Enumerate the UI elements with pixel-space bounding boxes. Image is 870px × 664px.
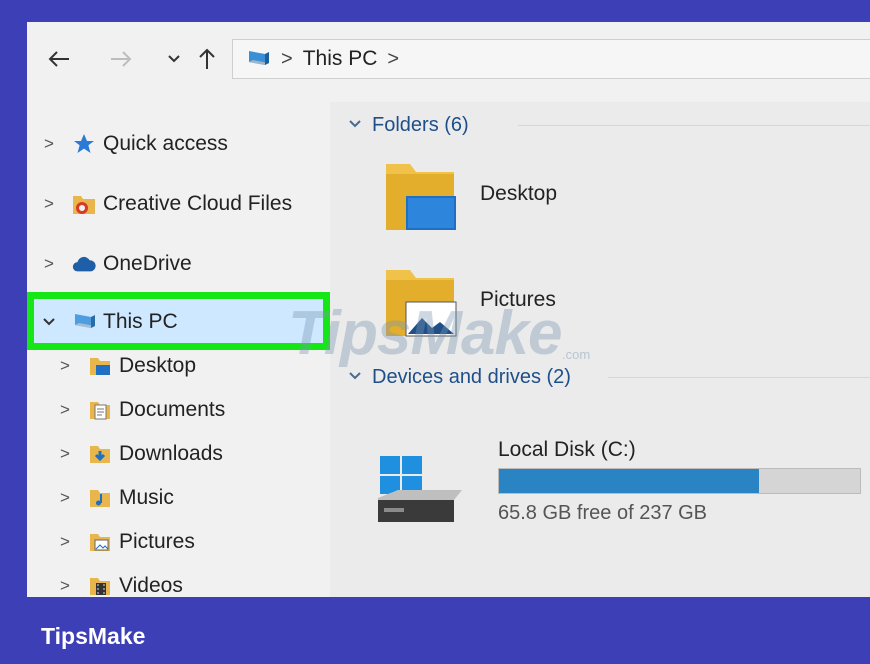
chevron-right-icon[interactable]: > bbox=[55, 356, 75, 376]
cloud-icon bbox=[71, 252, 97, 276]
chevron-right-icon[interactable]: > bbox=[55, 488, 75, 508]
chevron-right-icon[interactable]: > bbox=[55, 444, 75, 464]
chevron-right-icon[interactable]: > bbox=[39, 194, 59, 214]
sidebar-item-label: Creative Cloud Files bbox=[103, 192, 293, 215]
drive-tile-local-disk[interactable]: Local Disk (C:) 65.8 GB free of 237 GB bbox=[370, 432, 870, 532]
downloads-folder-icon bbox=[87, 442, 113, 466]
sidebar-item-downloads[interactable]: > Downloads bbox=[27, 434, 223, 474]
folders-group-header[interactable]: Folders (6) bbox=[348, 110, 870, 140]
arrow-left-icon bbox=[47, 49, 71, 69]
sidebar-item-desktop[interactable]: > Desktop bbox=[27, 346, 196, 386]
sidebar-item-label: This PC bbox=[103, 310, 178, 333]
forward-button[interactable] bbox=[107, 44, 135, 74]
sidebar-item-label: Pictures bbox=[119, 530, 195, 553]
breadcrumb-expand[interactable]: > bbox=[387, 48, 399, 71]
up-button[interactable] bbox=[193, 44, 221, 74]
videos-folder-icon bbox=[87, 574, 113, 597]
drive-usage-bar bbox=[498, 468, 861, 494]
desktop-folder-icon bbox=[382, 160, 460, 237]
drive-name: Local Disk (C:) bbox=[498, 438, 636, 461]
folder-label: Desktop bbox=[480, 182, 558, 205]
sidebar-item-onedrive[interactable]: > OneDrive bbox=[27, 244, 192, 284]
folders-header-label: Folders (6) bbox=[372, 113, 469, 136]
breadcrumb-this-pc[interactable]: This PC bbox=[303, 47, 378, 71]
sidebar-item-label: Desktop bbox=[119, 354, 197, 377]
desktop-folder-icon bbox=[87, 354, 113, 378]
navigation-pane: > Quick access > Creative Cloud Files > bbox=[27, 102, 330, 597]
group-divider bbox=[518, 125, 870, 126]
pictures-folder-icon bbox=[87, 530, 113, 554]
chevron-right-icon[interactable]: > bbox=[55, 532, 75, 552]
sidebar-item-label: Quick access bbox=[103, 132, 228, 155]
navigation-bar: > This PC > bbox=[27, 22, 870, 102]
drive-usage-fill bbox=[499, 469, 759, 493]
arrow-right-icon bbox=[109, 49, 133, 69]
hard-drive-icon bbox=[374, 454, 466, 533]
sidebar-item-label: Downloads bbox=[119, 442, 223, 465]
star-icon bbox=[71, 132, 97, 156]
arrow-up-icon bbox=[197, 47, 217, 71]
documents-folder-icon bbox=[87, 398, 113, 422]
address-bar[interactable]: > This PC > bbox=[232, 39, 870, 79]
folder-tile-desktop[interactable]: Desktop bbox=[382, 160, 557, 237]
chevron-down-icon[interactable] bbox=[348, 116, 362, 134]
sidebar-item-label: Music bbox=[119, 486, 174, 509]
chevron-right-icon[interactable]: > bbox=[55, 576, 75, 596]
watermark-logo: TipsMake bbox=[288, 299, 562, 368]
sidebar-item-videos[interactable]: > Videos bbox=[27, 566, 183, 597]
sidebar-item-pictures[interactable]: > Pictures bbox=[27, 522, 195, 562]
chevron-down-icon[interactable] bbox=[39, 312, 59, 332]
group-divider bbox=[608, 377, 870, 378]
sidebar-item-label: OneDrive bbox=[103, 252, 192, 275]
sidebar-item-creative-cloud-files[interactable]: > Creative Cloud Files bbox=[27, 184, 292, 224]
brand-footer: TipsMake bbox=[41, 623, 146, 649]
sidebar-item-quick-access[interactable]: > Quick access bbox=[27, 124, 228, 164]
watermark-suffix: .com bbox=[562, 347, 591, 362]
creative-cloud-folder-icon bbox=[71, 192, 97, 216]
computer-icon bbox=[245, 48, 271, 70]
sidebar-item-label: Documents bbox=[119, 398, 226, 421]
sidebar-item-music[interactable]: > Music bbox=[27, 478, 174, 518]
sidebar-item-label: Videos bbox=[119, 574, 183, 597]
chevron-down-icon bbox=[167, 54, 181, 64]
recent-locations-button[interactable] bbox=[160, 44, 188, 74]
sidebar-item-this-pc[interactable]: This PC bbox=[27, 302, 178, 342]
chevron-right-icon[interactable]: > bbox=[39, 134, 59, 154]
chevron-right-icon[interactable]: > bbox=[39, 254, 59, 274]
computer-icon bbox=[71, 310, 97, 334]
back-button[interactable] bbox=[45, 44, 73, 74]
sidebar-item-documents[interactable]: > Documents bbox=[27, 390, 225, 430]
drive-free-space: 65.8 GB free of 237 GB bbox=[498, 502, 708, 524]
music-folder-icon bbox=[87, 486, 113, 510]
breadcrumb-separator: > bbox=[281, 47, 293, 70]
chevron-down-icon[interactable] bbox=[348, 368, 362, 386]
chevron-right-icon[interactable]: > bbox=[55, 400, 75, 420]
